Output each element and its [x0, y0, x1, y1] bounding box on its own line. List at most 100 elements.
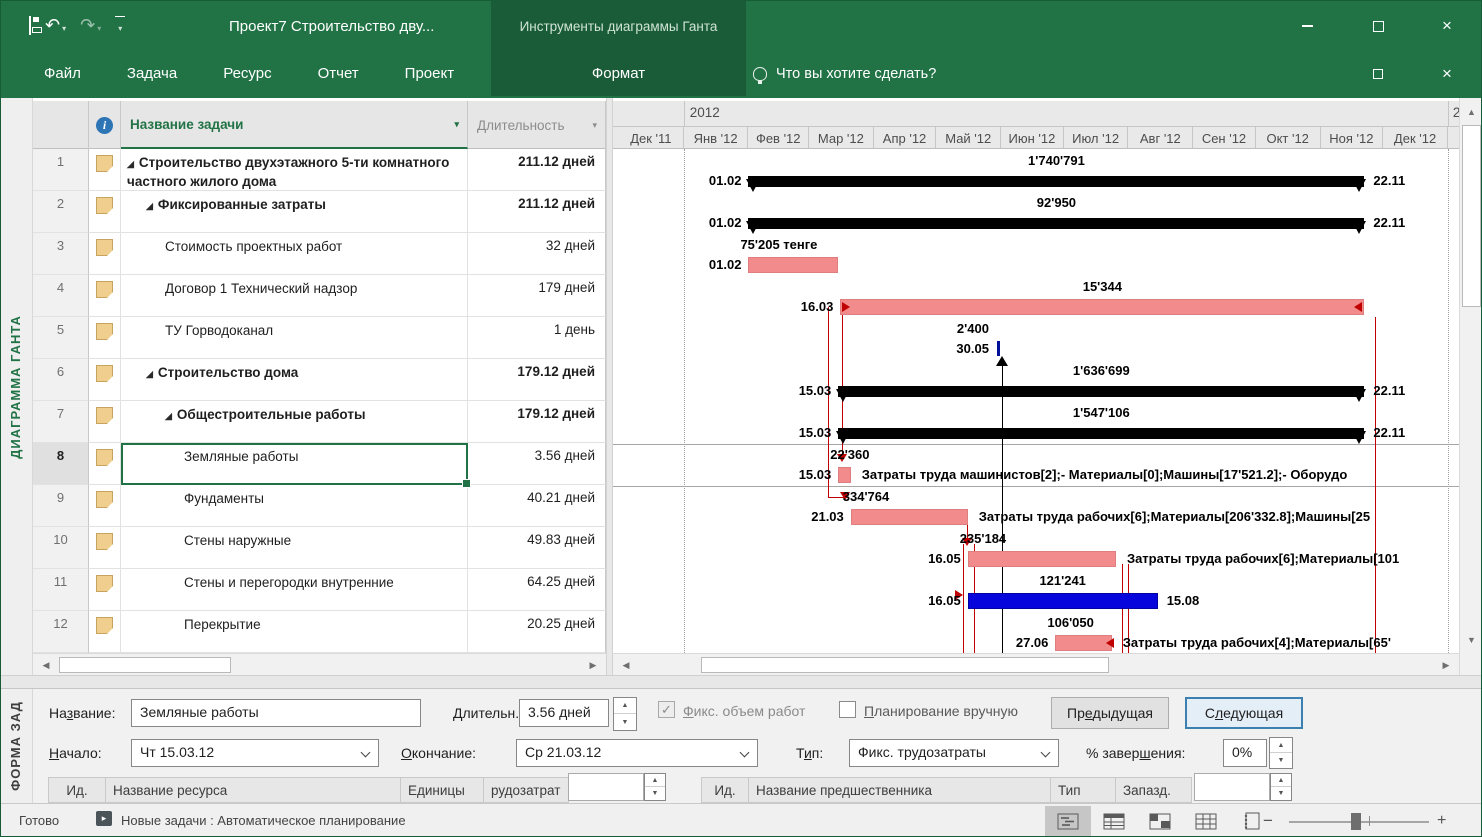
redo-icon[interactable]: ↷ ▾	[80, 16, 101, 36]
predecessor-col-header[interactable]: Название предшественника	[748, 777, 1051, 803]
task-bar[interactable]	[1055, 635, 1112, 651]
tab-3[interactable]: Ресурс	[200, 51, 294, 96]
duration-input[interactable]: 3.56 дней	[519, 699, 609, 727]
scroll-up-icon[interactable]: ▲	[1462, 102, 1481, 122]
indicator-cell[interactable]	[89, 149, 121, 191]
chart-vscrollbar[interactable]: ▲ ▼	[1459, 98, 1481, 675]
zoom-in-icon[interactable]: +	[1437, 812, 1446, 830]
zoom-out-icon[interactable]: −	[1263, 811, 1273, 831]
task-duration-cell[interactable]: 179.12 дней	[468, 359, 606, 401]
percent-complete-input[interactable]: 0%	[1223, 739, 1267, 767]
finish-date-combo[interactable]: Ср 21.03.12	[516, 739, 758, 767]
scroll-down-icon[interactable]: ▼	[1462, 630, 1481, 650]
manual-schedule-checkbox[interactable]	[839, 701, 856, 718]
resource-col-header[interactable]: Единицы	[400, 777, 484, 803]
table-hscrollbar[interactable]: ◀ ▶	[33, 653, 606, 675]
indicator-cell[interactable]	[89, 443, 121, 485]
collapse-triangle-icon[interactable]: ◢	[127, 159, 134, 169]
task-name-input[interactable]: Земляные работы	[131, 699, 421, 727]
view-bar-top[interactable]: ДИАГРАММА ГАНТА	[1, 98, 33, 675]
indicator-cell[interactable]	[89, 359, 121, 401]
task-name-cell[interactable]: ◢ Строительство двухэтажного 5-ти комнатн…	[121, 149, 468, 191]
spin-up-icon[interactable]: ▲	[1271, 774, 1291, 787]
task-name-cell[interactable]: Стены наружные	[121, 527, 468, 569]
name-column-header[interactable]: Название задачи ▾	[121, 101, 468, 149]
task-duration-cell[interactable]: 179.12 дней	[468, 401, 606, 443]
milestone-tick[interactable]	[996, 341, 1000, 356]
row-number[interactable]: 5	[33, 317, 89, 359]
predecessor-col-header[interactable]: Ид.	[701, 777, 749, 803]
spin-down-icon[interactable]: ▼	[1271, 787, 1291, 800]
row-number[interactable]: 7	[33, 401, 89, 443]
minimize-button[interactable]	[1286, 9, 1328, 43]
task-name-cell[interactable]: ТУ Горводоканал	[121, 317, 468, 359]
indicator-cell[interactable]	[89, 317, 121, 359]
task-name-cell[interactable]: ◢ Строительство дома	[121, 359, 468, 401]
customize-qat-icon[interactable]: ▾	[115, 15, 126, 36]
grid-spinner[interactable]: ▲ ▼	[1270, 773, 1292, 801]
task-duration-cell[interactable]: 211.12 дней	[468, 191, 606, 233]
spin-down-icon[interactable]: ▼	[645, 787, 665, 800]
restore-document-button[interactable]	[1357, 57, 1399, 91]
task-duration-cell[interactable]: 40.21 дней	[468, 485, 606, 527]
task-duration-cell[interactable]: 211.12 дней	[468, 149, 606, 191]
view-team-planner-icon[interactable]	[1137, 806, 1183, 836]
task-name-cell[interactable]: Стоимость проектных работ	[121, 233, 468, 275]
info-column-header[interactable]: i	[89, 101, 121, 149]
task-name-cell[interactable]: Фундаменты	[121, 485, 468, 527]
duration-spinner[interactable]: ▲ ▼	[613, 697, 637, 731]
row-number[interactable]: 10	[33, 527, 89, 569]
spin-up-icon[interactable]: ▲	[645, 774, 665, 787]
close-document-button[interactable]: ×	[1426, 57, 1468, 91]
grid-spinner[interactable]: ▲ ▼	[644, 773, 666, 801]
progress-bar[interactable]	[967, 593, 1158, 609]
indicator-cell[interactable]	[89, 275, 121, 317]
collapse-triangle-icon[interactable]: ◢	[146, 369, 153, 379]
duration-filter-icon[interactable]: ▾	[592, 120, 597, 131]
tab-2[interactable]: Задача	[104, 51, 200, 96]
scroll-right-icon[interactable]: ▶	[584, 656, 602, 674]
spin-down-icon[interactable]: ▼	[1270, 753, 1292, 768]
indicator-cell[interactable]	[89, 611, 121, 653]
tab-format[interactable]: Формат	[491, 51, 746, 96]
task-bar[interactable]	[850, 509, 968, 525]
summary-bar[interactable]	[748, 176, 1365, 187]
duration-column-header[interactable]: Длительность ▾	[468, 101, 606, 149]
row-number[interactable]: 11	[33, 569, 89, 611]
summary-bar[interactable]	[838, 386, 1365, 397]
next-task-button[interactable]: Сл едующая	[1185, 697, 1303, 729]
resource-col-header[interactable]: Ид.	[48, 777, 106, 803]
task-duration-cell[interactable]: 3.56 дней	[468, 443, 606, 485]
tab-1[interactable]: Файл	[21, 51, 104, 96]
table-hscroll-thumb[interactable]	[59, 657, 231, 673]
select-all-corner[interactable]	[33, 101, 89, 149]
spin-up-icon[interactable]: ▲	[614, 698, 636, 714]
indicator-cell[interactable]	[89, 569, 121, 611]
collapse-triangle-icon[interactable]: ◢	[146, 201, 153, 211]
view-sheet-icon[interactable]	[1183, 806, 1229, 836]
save-icon[interactable]	[29, 16, 31, 35]
indicator-cell[interactable]	[89, 233, 121, 275]
view-gantt-icon[interactable]	[1045, 806, 1091, 836]
row-number[interactable]: 8	[33, 443, 89, 485]
task-name-cell[interactable]: Договор 1 Технический надзор	[121, 275, 468, 317]
summary-bar[interactable]	[748, 218, 1365, 229]
row-number[interactable]: 4	[33, 275, 89, 317]
row-number[interactable]: 2	[33, 191, 89, 233]
view-bar-bottom[interactable]: ФОРМА ЗАД	[1, 689, 33, 803]
task-bar[interactable]	[748, 257, 839, 273]
new-tasks-mode-text[interactable]: Новые задачи : Автоматическое планирован…	[121, 813, 406, 828]
zoom-slider-thumb[interactable]	[1351, 813, 1361, 830]
task-duration-cell[interactable]: 179 дней	[468, 275, 606, 317]
row-number[interactable]: 9	[33, 485, 89, 527]
task-duration-cell[interactable]: 1 день	[468, 317, 606, 359]
fixed-work-checkbox[interactable]: ✓	[658, 701, 675, 718]
name-filter-icon[interactable]: ▾	[454, 119, 459, 130]
predecessor-col-header[interactable]: Тип	[1050, 777, 1116, 803]
row-number[interactable]: 1	[33, 149, 89, 191]
task-duration-cell[interactable]: 64.25 дней	[468, 569, 606, 611]
predecessor-col-header[interactable]: Запазд.	[1115, 777, 1192, 803]
indicator-cell[interactable]	[89, 191, 121, 233]
task-type-combo[interactable]: Фикс. трудозатраты	[849, 739, 1059, 767]
tab-4[interactable]: Отчет	[295, 51, 382, 96]
